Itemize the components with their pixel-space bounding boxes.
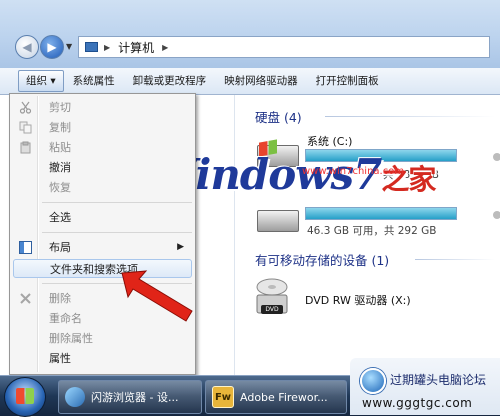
menu-item-label: 全选 bbox=[49, 211, 71, 224]
menu-item-copy[interactable]: 复制 bbox=[13, 118, 192, 137]
forward-button[interactable]: ▶ bbox=[40, 35, 64, 59]
menu-item-label: 复制 bbox=[49, 121, 71, 134]
group-divider bbox=[415, 259, 495, 260]
dvd-drive-label[interactable]: DVD RW 驱动器 (X:) bbox=[305, 292, 411, 308]
menu-item-properties[interactable]: 属性 bbox=[13, 349, 192, 368]
scroll-indicator bbox=[493, 211, 500, 219]
menu-item-redo[interactable]: 恢复 bbox=[13, 178, 192, 197]
windows-logo-icon bbox=[16, 388, 34, 404]
forum-watermark-badge: 过期罐头电脑论坛 www.gggtgc.com bbox=[350, 358, 500, 415]
menu-item-label: 撤消 bbox=[49, 161, 71, 174]
forum-url: www.gggtgc.com bbox=[362, 396, 473, 410]
dvd-label: DVD bbox=[261, 305, 283, 314]
menu-item-paste[interactable]: 粘贴 bbox=[13, 138, 192, 157]
menu-item-label: 属性 bbox=[49, 352, 71, 365]
watermark-url: www.win7china.com bbox=[302, 166, 405, 177]
red-arrow-annotation-icon bbox=[121, 270, 193, 322]
taskbar-item-label: Adobe Firewor... bbox=[240, 390, 328, 404]
submenu-arrow-icon: ▶ bbox=[177, 242, 184, 252]
globe-icon bbox=[360, 368, 386, 394]
copy-icon bbox=[19, 121, 32, 134]
taskbar-item-label: 闪游浏览器 - 设... bbox=[91, 391, 179, 404]
uninstall-program-button[interactable]: 卸载或更改程序 bbox=[124, 71, 216, 91]
scissors-icon bbox=[19, 101, 32, 114]
menu-separator bbox=[42, 202, 192, 203]
delete-x-icon bbox=[20, 293, 31, 304]
open-control-panel-button[interactable]: 打开控制面板 bbox=[307, 71, 388, 91]
breadcrumb-chevron-icon[interactable]: ▶ bbox=[104, 43, 110, 52]
group-title-removable[interactable]: 有可移动存储的设备 (1) bbox=[255, 250, 389, 269]
browser-bird-icon bbox=[65, 387, 85, 407]
menu-item-undo[interactable]: 撤消 bbox=[13, 158, 192, 177]
dvd-drive-icon[interactable]: DVD bbox=[255, 273, 289, 317]
computer-icon bbox=[85, 42, 98, 52]
menu-item-label: 删除属性 bbox=[49, 332, 93, 345]
menu-item-cut[interactable]: 剪切 bbox=[13, 98, 192, 117]
address-bar-area: ◀ ▶ ▼ ▶ 计算机 ▶ bbox=[0, 0, 500, 68]
taskbar-item-browser[interactable]: 闪游浏览器 - 设... bbox=[58, 380, 202, 414]
taskbar-item-fireworks[interactable]: Fw Adobe Firewor... bbox=[205, 380, 347, 414]
menu-item-label: 布局 bbox=[49, 241, 71, 254]
address-bar[interactable]: ▶ 计算机 ▶ bbox=[78, 36, 490, 58]
menu-item-remove-properties[interactable]: 删除属性 bbox=[13, 329, 192, 348]
system-properties-button[interactable]: 系统属性 bbox=[64, 71, 124, 91]
history-dropdown-icon[interactable]: ▼ bbox=[66, 42, 72, 51]
menu-item-label: 粘贴 bbox=[49, 141, 71, 154]
map-network-drive-button[interactable]: 映射网络驱动器 bbox=[215, 71, 307, 91]
command-bar: 组织 ▾ 系统属性 卸载或更改程序 映射网络驱动器 打开控制面板 bbox=[0, 68, 500, 95]
menu-separator bbox=[42, 232, 192, 233]
menu-item-label: 恢复 bbox=[49, 181, 71, 194]
group-divider bbox=[325, 116, 495, 117]
back-button[interactable]: ◀ bbox=[15, 35, 39, 59]
breadcrumb-chevron-icon[interactable]: ▶ bbox=[162, 43, 168, 52]
menu-item-select-all[interactable]: 全选 bbox=[13, 208, 192, 227]
back-arrow-icon: ◀ bbox=[22, 40, 32, 54]
hard-drive-icon[interactable] bbox=[257, 210, 299, 232]
menu-item-label: 重命名 bbox=[49, 312, 82, 325]
fireworks-icon: Fw bbox=[212, 386, 234, 408]
scroll-indicator bbox=[493, 153, 500, 161]
start-button[interactable] bbox=[4, 377, 46, 417]
content-pane: 硬盘 (4) 系统 (C:) 共 38.9 GB 46.3 GB 可用，共 29… bbox=[234, 95, 500, 375]
menu-item-layout[interactable]: 布局 ▶ bbox=[13, 238, 192, 257]
drive-c-label[interactable]: 系统 (C:) bbox=[307, 133, 352, 149]
organize-button[interactable]: 组织 ▾ bbox=[18, 70, 64, 92]
drive-2-size: 46.3 GB 可用，共 292 GB bbox=[307, 225, 437, 237]
layout-icon bbox=[19, 241, 32, 254]
forward-arrow-icon: ▶ bbox=[47, 40, 57, 54]
paste-icon bbox=[20, 141, 31, 154]
organize-menu: 剪切 复制 粘贴 撤消 恢复 全选 布局 ▶ 文件夹和搜索选项 删除 重命名 删… bbox=[9, 93, 196, 375]
group-title-hard-disks[interactable]: 硬盘 (4) bbox=[255, 107, 302, 126]
forum-title: 过期罐头电脑论坛 bbox=[390, 373, 487, 387]
breadcrumb-computer[interactable]: 计算机 bbox=[118, 39, 154, 56]
menu-item-label: 剪切 bbox=[49, 101, 71, 114]
menu-item-label: 删除 bbox=[49, 292, 71, 305]
